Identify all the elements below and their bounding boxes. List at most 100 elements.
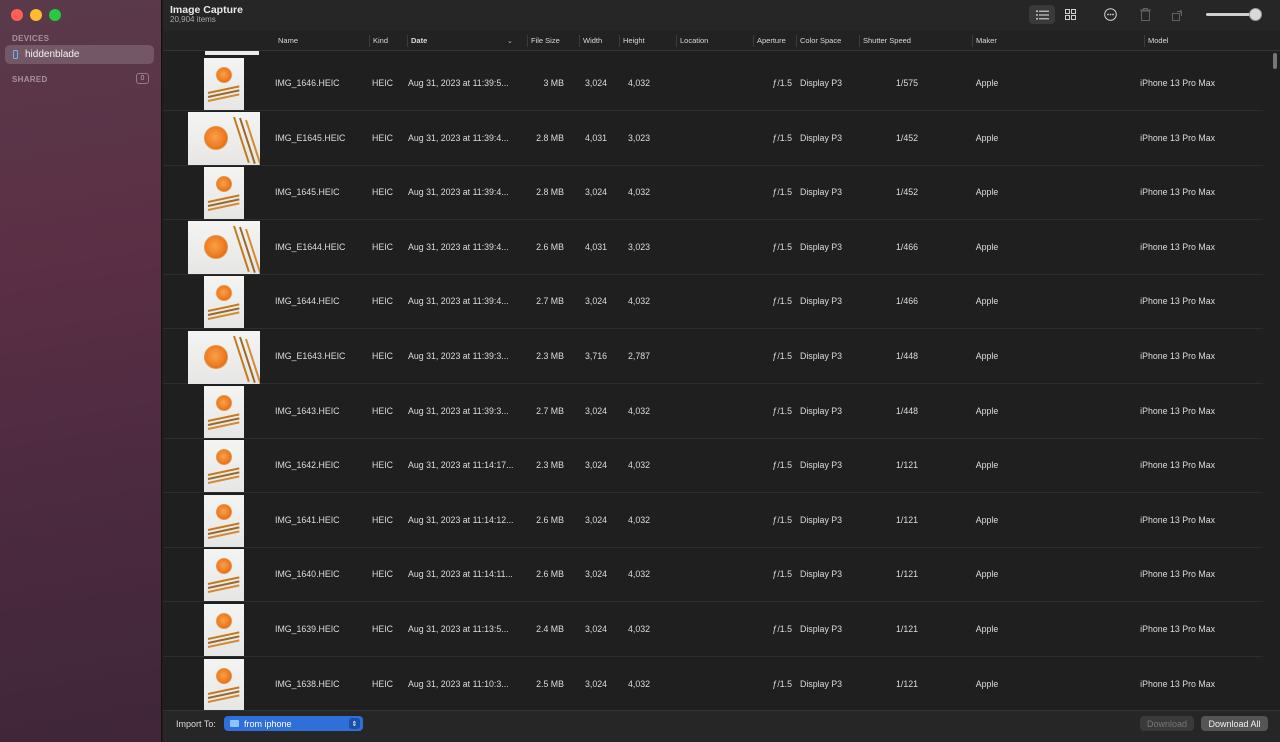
cell-color-space: Display P3 bbox=[800, 241, 843, 252]
column-header-maker[interactable]: Maker bbox=[972, 31, 997, 51]
cell-height: 4,032 bbox=[627, 624, 650, 634]
column-header-date[interactable]: Date bbox=[406, 31, 427, 51]
cell-width: 3,024 bbox=[584, 514, 607, 525]
cell-model: iPhone 13 Pro Max bbox=[1140, 569, 1215, 580]
download-all-button[interactable]: Download All bbox=[1201, 716, 1268, 731]
photo-thumbnail bbox=[203, 440, 244, 493]
cell-name: IMG_1643.HEIC bbox=[275, 405, 340, 416]
cell-file-size: 2.6 MB bbox=[536, 569, 564, 580]
table-row[interactable]: IMG_1639.HEIC HEIC Aug 31, 2023 at 11:13:5… bbox=[163, 602, 1263, 657]
cell-color-space: Display P3 bbox=[800, 351, 843, 361]
photo-thumbnail bbox=[187, 112, 260, 166]
cell-color-space: Display P3 bbox=[800, 514, 843, 525]
table-row[interactable]: IMG_1640.HEIC HEIC Aug 31, 2023 at 11:14:1… bbox=[163, 547, 1263, 603]
column-header-model[interactable]: Model bbox=[1143, 31, 1168, 51]
table-row[interactable]: IMG_1638.HEIC HEIC Aug 31, 2023 at 11:10:3… bbox=[163, 657, 1263, 710]
minimize-window-button[interactable] bbox=[30, 9, 42, 21]
sidebar: DEVICES hiddenblade SHARED 0 bbox=[0, 0, 162, 742]
table-row[interactable]: IMG_1644.HEIC HEIC Aug 31, 2023 at 11:39:4… bbox=[163, 274, 1263, 330]
sidebar-item-device[interactable]: hiddenblade bbox=[5, 45, 154, 64]
cell-shutter-speed: 1/121 bbox=[895, 624, 918, 634]
cell-file-size: 2.5 MB bbox=[536, 678, 564, 689]
sort-chevron-icon: ⌄ bbox=[507, 38, 513, 45]
orange-slice-image bbox=[203, 235, 228, 260]
table-row[interactable]: IMG_E1644.HEIC HEIC Aug 31, 2023 at 11:39:… bbox=[163, 220, 1263, 275]
thumbnail-cell bbox=[187, 604, 260, 656]
column-header-kind[interactable]: Kind bbox=[368, 31, 388, 51]
orange-slice-image bbox=[203, 126, 228, 151]
thumbnail-cell bbox=[187, 112, 260, 166]
cell-maker: Apple bbox=[975, 78, 999, 88]
cell-date: Aug 31, 2023 at 11:14:12... bbox=[408, 514, 514, 525]
thumbnail-cell bbox=[187, 167, 260, 220]
delete-button[interactable] bbox=[1135, 5, 1155, 24]
cell-kind: HEIC bbox=[372, 296, 394, 307]
cell-aperture: ƒ/1.5 bbox=[772, 405, 792, 416]
slider-handle[interactable] bbox=[1249, 8, 1262, 21]
cell-maker: Apple bbox=[975, 132, 999, 143]
column-header-width[interactable]: Width bbox=[578, 31, 602, 51]
cell-kind: HEIC bbox=[372, 569, 394, 580]
column-header-color-space[interactable]: Color Space bbox=[795, 31, 841, 51]
close-window-button[interactable] bbox=[11, 9, 23, 21]
orange-slice-image bbox=[215, 503, 232, 520]
main-content: Image Capture 20,904 items Name Kind Dat… bbox=[163, 0, 1280, 742]
column-header-location[interactable]: Location bbox=[675, 31, 708, 51]
table-row[interactable]: IMG_1645.HEIC HEIC Aug 31, 2023 at 11:39:4… bbox=[163, 165, 1263, 221]
table-row[interactable]: IMG_1642.HEIC HEIC Aug 31, 2023 at 11:14:1… bbox=[163, 438, 1263, 494]
table-row[interactable]: IMG_1641.HEIC HEIC Aug 31, 2023 at 11:14:1… bbox=[163, 493, 1263, 548]
cell-kind: HEIC bbox=[372, 624, 394, 634]
cell-width: 3,024 bbox=[584, 405, 607, 416]
more-actions-button[interactable] bbox=[1100, 5, 1120, 24]
cell-date: Aug 31, 2023 at 11:10:3... bbox=[408, 678, 509, 689]
cell-model: iPhone 13 Pro Max bbox=[1140, 187, 1215, 198]
cell-width: 3,024 bbox=[584, 187, 607, 198]
photo-thumbnail bbox=[203, 549, 244, 602]
cell-model: iPhone 13 Pro Max bbox=[1140, 241, 1215, 252]
list-view-button[interactable] bbox=[1029, 5, 1055, 24]
column-header-file-size[interactable]: File Size bbox=[527, 31, 560, 51]
cell-maker: Apple bbox=[975, 569, 999, 580]
thumbnail-cell bbox=[187, 440, 260, 493]
cell-width: 4,031 bbox=[584, 241, 607, 252]
cell-file-size: 2.3 MB bbox=[536, 351, 564, 361]
cell-file-size: 3 MB bbox=[543, 78, 564, 88]
vertical-scrollbar[interactable] bbox=[1273, 53, 1277, 69]
cell-width: 3,024 bbox=[584, 624, 607, 634]
grid-view-button[interactable] bbox=[1058, 5, 1082, 24]
zoom-window-button[interactable] bbox=[49, 9, 61, 21]
cell-maker: Apple bbox=[975, 460, 999, 471]
cell-model: iPhone 13 Pro Max bbox=[1140, 678, 1215, 689]
download-button[interactable]: Download bbox=[1140, 716, 1194, 731]
cell-date: Aug 31, 2023 at 11:39:3... bbox=[408, 351, 509, 361]
column-header-aperture[interactable]: Aperture bbox=[753, 31, 786, 51]
cell-kind: HEIC bbox=[372, 351, 394, 361]
table-row[interactable]: IMG_E1645.HEIC HEIC Aug 31, 2023 at 11:39:… bbox=[163, 111, 1263, 166]
column-header-name[interactable]: Name bbox=[278, 31, 298, 51]
window-controls bbox=[11, 9, 61, 21]
column-header-height[interactable]: Height bbox=[619, 31, 645, 51]
table-row[interactable]: IMG_1646.HEIC HEIC Aug 31, 2023 at 11:39:5… bbox=[163, 56, 1263, 111]
image-capture-window: DEVICES hiddenblade SHARED 0 Image Captu… bbox=[0, 0, 1280, 742]
cell-width: 3,024 bbox=[584, 78, 607, 88]
ellipsis-circle-icon bbox=[1103, 8, 1117, 21]
column-header-shutter-speed[interactable]: Shutter Speed bbox=[859, 31, 911, 51]
rotate-button[interactable] bbox=[1168, 5, 1188, 24]
table-row[interactable]: IMG_E1643.HEIC HEIC Aug 31, 2023 at 11:39:… bbox=[163, 329, 1263, 384]
import-destination-select[interactable]: from iphone ⇕ bbox=[224, 716, 363, 731]
toolbar: Image Capture 20,904 items bbox=[163, 0, 1280, 31]
table-row[interactable]: IMG_1643.HEIC HEIC Aug 31, 2023 at 11:39:3… bbox=[163, 384, 1263, 439]
thumbnail-cell bbox=[187, 658, 260, 710]
cell-shutter-speed: 1/466 bbox=[895, 241, 918, 252]
cell-name: IMG_E1644.HEIC bbox=[275, 241, 346, 252]
cell-aperture: ƒ/1.5 bbox=[772, 78, 792, 88]
bottom-bar: Import To: from iphone ⇕ Download Downlo… bbox=[163, 710, 1280, 742]
photo-thumbnail bbox=[187, 221, 260, 275]
cell-name: IMG_1642.HEIC bbox=[275, 460, 340, 471]
orange-slice-image bbox=[215, 394, 232, 411]
cell-file-size: 2.4 MB bbox=[536, 624, 564, 634]
thumbnail-cell bbox=[187, 58, 260, 110]
cell-aperture: ƒ/1.5 bbox=[772, 514, 792, 525]
folder-icon bbox=[230, 720, 239, 727]
cell-kind: HEIC bbox=[372, 187, 394, 198]
